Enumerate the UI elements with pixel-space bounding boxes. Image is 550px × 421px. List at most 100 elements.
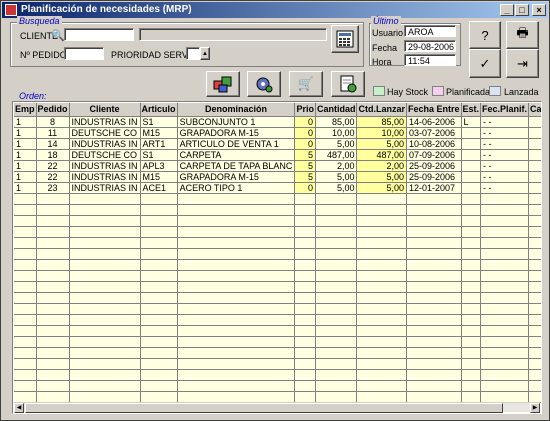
table-cell[interactable]: 1 [14, 149, 37, 161]
pedido-input[interactable] [64, 47, 104, 60]
print-button[interactable]: 🖶 [506, 21, 539, 49]
prioridad-spinner[interactable]: ▲ [200, 47, 210, 60]
table-cell[interactable]: ARTICULO DE VENTA 1 [177, 138, 296, 150]
table-cell[interactable]: 487,00 [356, 149, 407, 161]
table-cell[interactable]: 0 [528, 116, 541, 128]
table-cell[interactable]: 25-09-2006 [406, 160, 462, 172]
table-cell[interactable]: 5 [294, 160, 316, 172]
column-header[interactable]: Denominación [177, 103, 296, 117]
close-button[interactable]: × [532, 4, 546, 16]
stock-button[interactable] [206, 71, 240, 97]
table-cell[interactable] [461, 182, 482, 194]
table-cell[interactable]: 0 [294, 182, 316, 194]
table-cell[interactable]: INDUSTRIAS IN [69, 182, 141, 194]
table-cell[interactable] [461, 171, 482, 183]
table-cell[interactable]: 0 [294, 138, 316, 150]
table-cell[interactable]: 0 [528, 138, 541, 150]
table-cell[interactable]: 14 [36, 138, 70, 150]
table-cell[interactable]: 85,00 [356, 116, 407, 128]
cliente-input[interactable] [64, 28, 134, 41]
table-cell[interactable]: 0 [528, 171, 541, 183]
horizontal-scrollbar[interactable]: ◀ ▶ [14, 402, 540, 413]
table-cell[interactable]: 1 [14, 116, 37, 128]
table-cell[interactable]: GRAPADORA M-15 [177, 171, 296, 183]
table-cell[interactable]: 5,00 [315, 138, 358, 150]
table-cell[interactable]: S1 [140, 149, 178, 161]
table-cell[interactable]: 10,00 [356, 127, 407, 139]
table-cell[interactable]: 18 [36, 149, 70, 161]
table-cell[interactable]: 85,00 [315, 116, 358, 128]
column-header[interactable]: Pedido [36, 103, 70, 117]
table-cell[interactable]: 0 [294, 116, 316, 128]
table-cell[interactable]: 11 [36, 127, 70, 139]
table-cell[interactable]: 5,00 [356, 138, 407, 150]
calculator-button[interactable] [331, 25, 359, 53]
table-cell[interactable]: M15 [140, 127, 178, 139]
table-cell[interactable]: 0 [528, 127, 541, 139]
table-cell[interactable]: - - [480, 182, 530, 194]
table-cell[interactable]: 10,00 [315, 127, 358, 139]
table-cell[interactable]: 0 [294, 127, 316, 139]
prioridad-input[interactable] [186, 47, 200, 60]
table-cell[interactable] [461, 149, 482, 161]
table-cell[interactable]: - - [480, 149, 530, 161]
table-row[interactable]: 1 22 INDUSTRIAS IN M15 GRAPADORA M-15 5 5,00 5,… [14, 171, 541, 183]
column-header[interactable]: Carga P.C. [528, 103, 541, 117]
table-cell[interactable]: 5,00 [356, 171, 407, 183]
table-cell[interactable]: 10-08-2006 [406, 138, 462, 150]
table-cell[interactable]: 23 [36, 182, 70, 194]
accept-button[interactable]: ✓ [469, 49, 501, 78]
plan-button[interactable] [247, 71, 281, 97]
table-cell[interactable]: - - [480, 171, 530, 183]
table-cell[interactable]: 03-07-2006 [406, 127, 462, 139]
table-cell[interactable]: 2,00 [315, 160, 358, 172]
table-row[interactable]: 1 14 INDUSTRIAS IN ART1 ARTICULO DE VENTA 10… [14, 138, 541, 150]
table-row[interactable]: 1 23 INDUSTRIAS IN ACE1 ACERO TIPO 1 0 5,00 5,0… [14, 182, 541, 194]
table-cell[interactable]: INDUSTRIAS IN [69, 138, 141, 150]
column-header[interactable]: Fec.Planif. [480, 103, 530, 117]
table-row[interactable]: 1 22 INDUSTRIAS IN APL3 CARPETA DE TAPA BLAN… [14, 160, 541, 172]
table-cell[interactable]: DEUTSCHE CO [69, 149, 141, 161]
table-cell[interactable]: 25-09-2006 [406, 171, 462, 183]
table-cell[interactable]: M15 [140, 171, 178, 183]
table-cell[interactable]: 2,00 [356, 160, 407, 172]
table-cell[interactable]: L [461, 116, 482, 128]
table-cell[interactable]: INDUSTRIAS IN [69, 116, 141, 128]
table-cell[interactable]: 5 [294, 171, 316, 183]
table-cell[interactable]: APL3 [140, 160, 178, 172]
table-cell[interactable]: 0 [528, 149, 541, 161]
table-cell[interactable]: 22 [36, 171, 70, 183]
table-row[interactable]: 1 8 INDUSTRIAS IN S1 SUBCONJUNTO 1 0 85,00 85,0… [14, 116, 541, 128]
help-button[interactable]: ? [469, 21, 501, 49]
table-cell[interactable]: - - [480, 160, 530, 172]
table-cell[interactable]: ACERO TIPO 1 [177, 182, 296, 194]
minimize-button[interactable]: _ [500, 4, 514, 16]
table-cell[interactable]: SUBCONJUNTO 1 [177, 116, 296, 128]
table-cell[interactable]: 1 [14, 182, 37, 194]
column-header[interactable]: Cantidad [315, 103, 358, 117]
column-header[interactable]: Ctd.Lanzar [356, 103, 407, 117]
table-cell[interactable]: 1 [14, 138, 37, 150]
column-header[interactable]: Cliente [69, 103, 141, 117]
cart-button[interactable]: 🛒 [289, 71, 323, 97]
table-cell[interactable]: 14-06-2006 [406, 116, 462, 128]
maximize-button[interactable]: □ [515, 4, 529, 16]
table-cell[interactable]: 12-01-2007 [406, 182, 462, 194]
launch-button[interactable] [331, 71, 365, 97]
table-cell[interactable]: 1 [14, 160, 37, 172]
table-cell[interactable]: 22 [36, 160, 70, 172]
table-cell[interactable]: ACE1 [140, 182, 178, 194]
table-cell[interactable]: - - [480, 116, 530, 128]
table-cell[interactable]: 5 [294, 149, 316, 161]
table-row[interactable]: 1 18 DEUTSCHE CO S1 CARPETA 5 487,00 487,00 07-0… [14, 149, 541, 161]
table-cell[interactable]: ART1 [140, 138, 178, 150]
table-row[interactable]: 1 11 DEUTSCHE CO M15 GRAPADORA M-15 0 10,00 10,… [14, 127, 541, 139]
scroll-left-arrow[interactable]: ◀ [14, 403, 24, 413]
table-cell[interactable]: INDUSTRIAS IN [69, 160, 141, 172]
column-header[interactable]: Est. [461, 103, 482, 117]
table-cell[interactable]: 5,00 [356, 182, 407, 194]
column-header[interactable]: Prio [294, 103, 316, 117]
table-cell[interactable]: - - [480, 138, 530, 150]
scroll-right-arrow[interactable]: ▶ [530, 403, 540, 413]
table-cell[interactable]: 1 [14, 127, 37, 139]
